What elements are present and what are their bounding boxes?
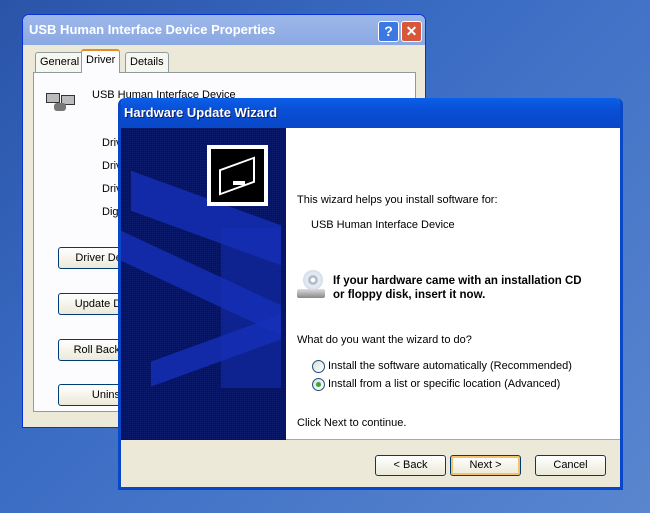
- device-name: USB Human Interface Device: [311, 219, 455, 231]
- question-text: What do you want the wizard to do?: [297, 334, 472, 346]
- wizard-banner: [121, 128, 286, 440]
- tab-general[interactable]: General: [35, 52, 85, 72]
- device-icon: [46, 87, 76, 113]
- wizard-title-bar[interactable]: Hardware Update Wizard: [121, 98, 620, 128]
- hardware-icon: [207, 145, 268, 206]
- cd-instruction: If your hardware came with an installati…: [333, 274, 582, 302]
- wizard-title: Hardware Update Wizard: [124, 105, 278, 120]
- properties-title: USB Human Interface Device Properties: [29, 22, 276, 37]
- tab-details[interactable]: Details: [125, 52, 169, 72]
- radio-specific-location[interactable]: [312, 378, 325, 391]
- cancel-button[interactable]: Cancel: [535, 455, 606, 476]
- help-button[interactable]: ?: [378, 21, 399, 42]
- wizard-content: This wizard helps you install software f…: [286, 128, 620, 440]
- cd-instruction-line-2: or floppy disk, insert it now.: [333, 289, 486, 301]
- tab-driver[interactable]: Driver: [81, 49, 121, 73]
- continue-text: Click Next to continue.: [297, 417, 407, 429]
- properties-title-bar[interactable]: USB Human Interface Device Properties: [23, 15, 425, 45]
- option-automatic-label[interactable]: Install the software automatically (Reco…: [328, 360, 572, 372]
- intro-text: This wizard helps you install software f…: [297, 194, 498, 206]
- back-button[interactable]: < Back: [375, 455, 446, 476]
- hardware-update-wizard: Hardware Update Wizard This wizard helps…: [118, 98, 623, 490]
- cd-instruction-line-1: If your hardware came with an installati…: [333, 275, 582, 287]
- cd-drive-icon: [297, 270, 325, 300]
- next-button[interactable]: Next >: [450, 455, 521, 476]
- radio-automatic[interactable]: [312, 360, 325, 373]
- option-specific-location-label[interactable]: Install from a list or specific location…: [328, 378, 560, 390]
- close-button[interactable]: ✕: [401, 21, 422, 42]
